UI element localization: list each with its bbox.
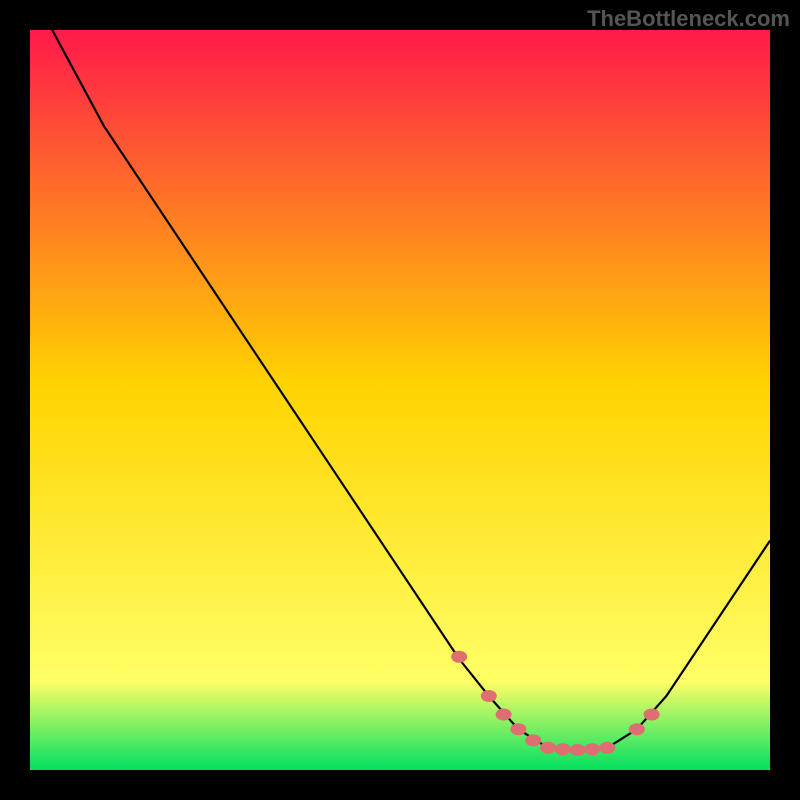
marker-dot: [644, 709, 660, 721]
marker-dot: [570, 744, 586, 756]
marker-dot: [451, 651, 467, 663]
marker-dot: [540, 742, 556, 754]
marker-dot: [510, 723, 526, 735]
marker-dot: [555, 743, 571, 755]
chart-container: TheBottleneck.com: [0, 0, 800, 800]
marker-dot: [584, 743, 600, 755]
marker-dot: [496, 709, 512, 721]
marker-dot: [629, 723, 645, 735]
chart-plot: [30, 30, 770, 770]
marker-dot: [599, 742, 615, 754]
chart-svg: [30, 30, 770, 770]
marker-dot: [481, 690, 497, 702]
watermark-text: TheBottleneck.com: [587, 6, 790, 32]
marker-dot: [525, 734, 541, 746]
gradient-bg: [30, 30, 770, 770]
